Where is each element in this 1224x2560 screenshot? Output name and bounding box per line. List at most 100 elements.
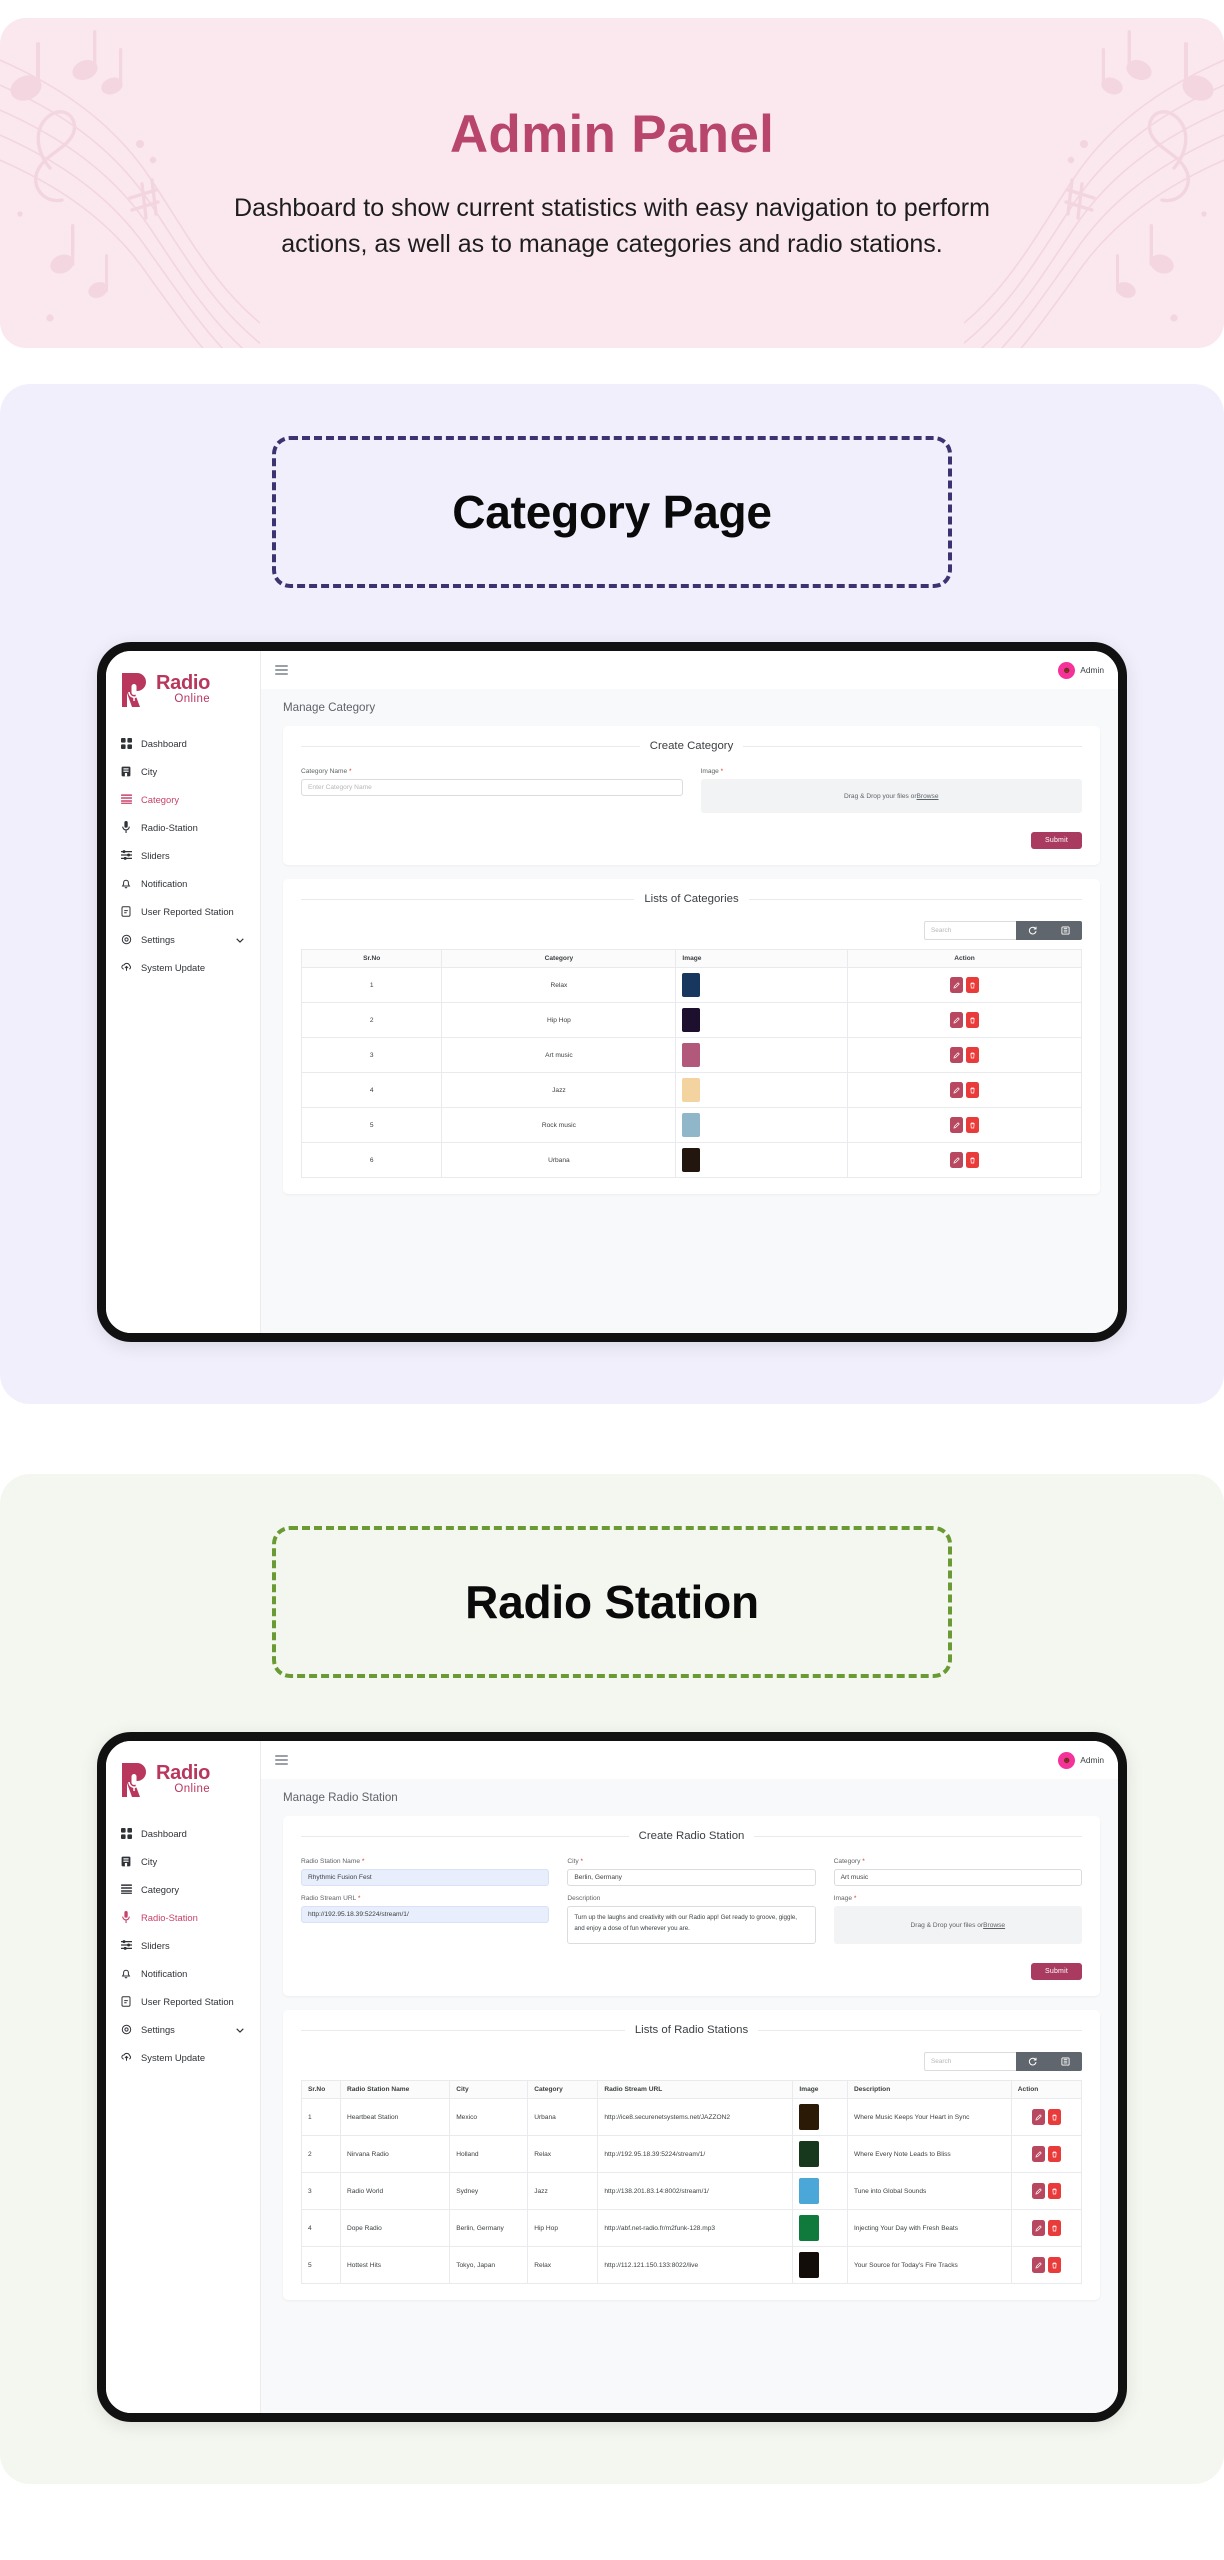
search-input[interactable]: Search — [924, 921, 1016, 940]
cell-category: Hip Hop — [527, 2209, 599, 2247]
sidebar-item-sliders[interactable]: Sliders — [106, 1931, 260, 1959]
sidebar-item-category[interactable]: Category — [106, 1875, 260, 1903]
category-thumbnail — [682, 1043, 701, 1067]
cell-action — [846, 967, 1083, 1003]
station-category-field: Category * Art music — [833, 1858, 1082, 1886]
station-url-field: Radio Stream URL * http://192.95.18.39:5… — [301, 1895, 550, 1923]
station-submit-button[interactable]: Submit — [1031, 1963, 1082, 1980]
station-description-textarea[interactable]: Turn up the laughs and creativity with o… — [567, 1906, 816, 1944]
station-image-dropzone[interactable]: Drag & Drop your files or Browse — [833, 1906, 1082, 1944]
cell-sr-no: 6 — [300, 1142, 443, 1178]
refresh-icon[interactable] — [1016, 2052, 1049, 2071]
trash-icon[interactable] — [965, 977, 979, 993]
edit-pencil-icon[interactable] — [949, 1117, 963, 1133]
trash-icon[interactable] — [965, 1082, 979, 1098]
building-icon — [120, 765, 132, 777]
sidebar-item-label: Category — [141, 1883, 180, 1895]
category-name-input[interactable]: Enter Category Name — [301, 779, 683, 796]
sidebar-item-radio-station[interactable]: Radio-Station — [106, 813, 260, 841]
sidebar-item-settings[interactable]: Settings — [106, 2015, 260, 2043]
sidebar-item-city[interactable]: City — [106, 757, 260, 785]
cell-sr-no: 3 — [300, 1037, 443, 1073]
cell-image — [792, 2098, 848, 2136]
category-scroll-area[interactable]: Create Category Category Name * Enter Ca… — [261, 726, 1118, 1333]
sidebar-item-dashboard[interactable]: Dashboard — [106, 1819, 260, 1847]
radio-station-page-title: Manage Radio Station — [261, 1779, 1118, 1816]
avatar[interactable]: ☻ — [1058, 661, 1076, 679]
chevron-down-icon[interactable] — [236, 934, 244, 945]
gear-icon — [120, 2023, 132, 2035]
dropzone-browse-link[interactable]: Browse — [917, 793, 939, 800]
edit-pencil-icon[interactable] — [949, 977, 963, 993]
radio-station-scroll-area[interactable]: Create Radio Station Radio Station Name … — [261, 1816, 1118, 2413]
sidebar-item-sliders[interactable]: Sliders — [106, 841, 260, 869]
category-section: Category Page Radio Online Dashboard Cit… — [0, 384, 1224, 1404]
category-image-dropzone[interactable]: Drag & Drop your files or Browse — [700, 779, 1082, 813]
station-name-input[interactable]: Rhythmic Fusion Fest — [301, 1869, 550, 1886]
trash-icon[interactable] — [1047, 2183, 1061, 2199]
category-thumbnail — [682, 973, 701, 997]
trash-icon[interactable] — [965, 1047, 979, 1063]
search-input[interactable]: Search — [924, 2052, 1016, 2071]
edit-pencil-icon[interactable] — [949, 1082, 963, 1098]
report-file-icon — [120, 1995, 132, 2007]
refresh-icon[interactable] — [1016, 921, 1049, 940]
columns-icon[interactable] — [1049, 2052, 1082, 2071]
edit-pencil-icon[interactable] — [1031, 2109, 1045, 2125]
cell-sr-no: 4 — [301, 2209, 341, 2247]
station-url-input[interactable]: http://192.95.18.39:5224/stream/1/ — [301, 1906, 550, 1923]
trash-icon[interactable] — [1047, 2146, 1061, 2162]
trash-icon[interactable] — [1047, 2220, 1061, 2236]
chevron-down-icon[interactable] — [236, 2024, 244, 2035]
edit-pencil-icon[interactable] — [1031, 2257, 1045, 2273]
radio-station-admin-mockup: Radio Online Dashboard City Category Rad… — [97, 1732, 1127, 2422]
cell-category: Relax — [441, 967, 677, 1003]
bell-icon — [120, 1967, 132, 1979]
station-name-field: Radio Station Name * Rhythmic Fusion Fes… — [301, 1858, 550, 1886]
columns-icon[interactable] — [1049, 921, 1082, 940]
brand-logo[interactable]: Radio Online — [106, 665, 260, 713]
brand-logo[interactable]: Radio Online — [106, 1755, 260, 1803]
dropzone-browse-link[interactable]: Browse — [983, 1922, 1005, 1929]
trash-icon[interactable] — [965, 1117, 979, 1133]
edit-pencil-icon[interactable] — [949, 1152, 963, 1168]
col-category: Category — [527, 2080, 599, 2099]
row-actions — [854, 1012, 1075, 1028]
edit-pencil-icon[interactable] — [1031, 2146, 1045, 2162]
edit-pencil-icon[interactable] — [949, 1012, 963, 1028]
station-category-select[interactable]: Art music — [833, 1869, 1082, 1886]
trash-icon[interactable] — [1047, 2257, 1061, 2273]
hamburger-icon[interactable] — [275, 664, 288, 676]
sidebar-item-notification[interactable]: Notification — [106, 1959, 260, 1987]
sidebar-nav: Dashboard City Category Radio-Station Sl… — [106, 729, 260, 981]
sidebar-item-settings[interactable]: Settings — [106, 925, 260, 953]
station-city-input[interactable]: Berlin, Germany — [567, 1869, 816, 1886]
row-actions — [854, 1117, 1075, 1133]
sidebar-item-category[interactable]: Category — [106, 785, 260, 813]
edit-pencil-icon[interactable] — [1031, 2220, 1045, 2236]
sidebar-item-radio-station[interactable]: Radio-Station — [106, 1903, 260, 1931]
station-url-label: Radio Stream URL * — [301, 1895, 361, 1902]
sidebar-item-notification[interactable]: Notification — [106, 869, 260, 897]
hamburger-icon[interactable] — [275, 1754, 288, 1766]
trash-icon[interactable] — [965, 1152, 979, 1168]
sidebar-item-system-update[interactable]: System Update — [106, 2043, 260, 2071]
sidebar-item-city[interactable]: City — [106, 1847, 260, 1875]
sidebar-item-user-reported-station[interactable]: User Reported Station — [106, 1987, 260, 2015]
edit-pencil-icon[interactable] — [949, 1047, 963, 1063]
sidebar-item-user-reported-station[interactable]: User Reported Station — [106, 897, 260, 925]
sidebar-item-label: User Reported Station — [141, 905, 234, 917]
trash-icon[interactable] — [1047, 2109, 1061, 2125]
radio-station-content: ☻ Admin Manage Radio Station Create Radi… — [261, 1741, 1118, 2413]
gear-icon — [120, 933, 132, 945]
sidebar-item-dashboard[interactable]: Dashboard — [106, 729, 260, 757]
cell-category: Relax — [527, 2246, 599, 2284]
category-submit-button[interactable]: Submit — [1031, 832, 1082, 849]
col-action: Action — [1010, 2080, 1083, 2099]
cell-image — [675, 1142, 848, 1178]
avatar[interactable]: ☻ — [1058, 1751, 1076, 1769]
trash-icon[interactable] — [965, 1012, 979, 1028]
edit-pencil-icon[interactable] — [1031, 2183, 1045, 2199]
sidebar-item-label: Settings — [141, 933, 175, 945]
sidebar-item-system-update[interactable]: System Update — [106, 953, 260, 981]
